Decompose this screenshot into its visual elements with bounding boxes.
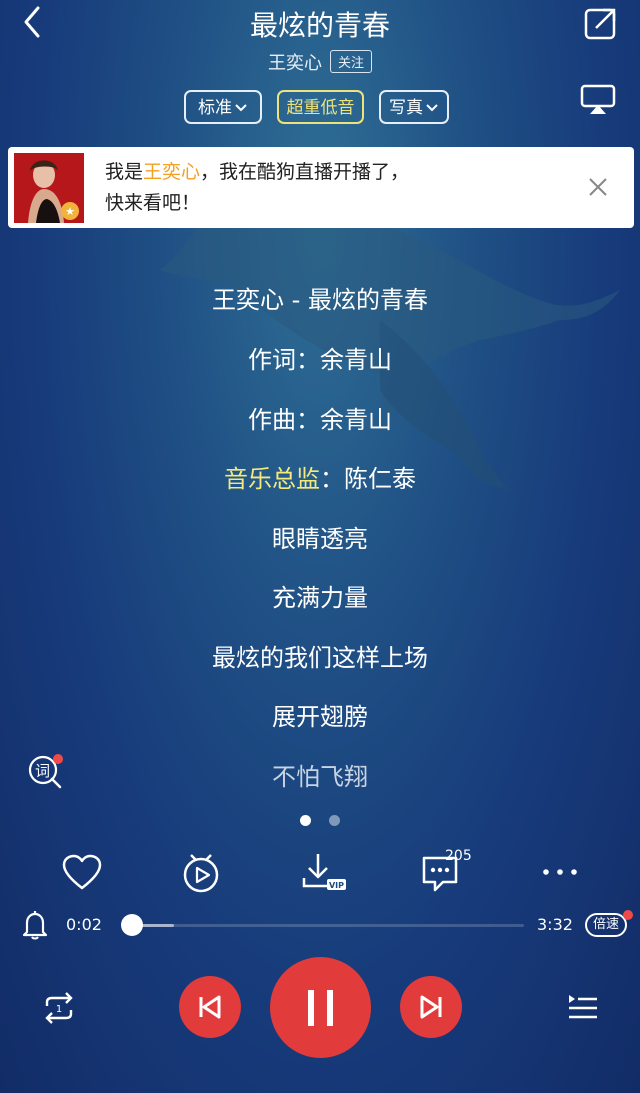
lyric-line: 作词：余青山 [248,346,392,374]
more-icon[interactable] [538,850,584,896]
progress-track[interactable] [124,924,524,927]
speed-button[interactable]: 倍速 [585,913,627,937]
total-duration: 3:32 [537,915,573,934]
previous-icon [199,995,221,1019]
lyric-line: 不怕飞翔 [272,763,368,791]
banner-message: 我是王奕心，我在酷狗直播开播了， 快来看吧！ [105,157,409,219]
page-dot-active[interactable] [300,815,311,826]
elapsed-time: 0:02 [66,915,102,934]
action-row: VIP [0,850,640,896]
pause-icon [308,990,333,1026]
avatar-image: ★ [14,153,84,223]
svg-text:★: ★ [65,205,75,218]
heart-icon[interactable] [59,850,105,896]
svg-text:1: 1 [56,1004,62,1015]
lyric-current-rest: ：陈仁泰 [320,465,416,493]
photo-pill[interactable]: 写真 [379,90,449,124]
share-icon[interactable] [584,6,618,40]
airplay-icon[interactable] [580,84,616,116]
chevron-down-icon [235,104,247,112]
lyric-line: 展开翅膀 [272,703,368,731]
close-icon[interactable] [586,175,610,199]
top-bar: 最炫的青春 王奕心 关注 标准 超重低音 写真 [0,0,640,140]
previous-button[interactable] [179,976,241,1038]
photo-label: 写真 [389,98,423,118]
banner-text-line2: 快来看吧！ [105,192,201,214]
repeat-one-icon[interactable]: 1 [41,992,77,1024]
comment-count: 205 [445,848,472,864]
page-dot[interactable] [329,815,340,826]
quality-standard-pill[interactable]: 标准 [184,90,262,124]
lyric-line: 王奕心 - 最炫的青春 [212,286,428,314]
bass-boost-label: 超重低音 [286,98,355,118]
banner-avatar: ★ [14,153,84,223]
video-play-icon[interactable] [178,850,224,896]
banner-text-prefix: 我是 [105,161,144,183]
lyric-current-highlight: 音乐总监 [224,465,320,493]
notification-dot [623,910,633,920]
lyrics-toggle-button[interactable]: 词 [27,754,63,790]
next-icon [420,995,442,1019]
artist-name[interactable]: 王奕心 [268,53,322,74]
live-promo-banner[interactable]: ★ 我是王奕心，我在酷狗直播开播了， 快来看吧！ [8,147,634,228]
lyric-line: 充满力量 [272,584,368,612]
progress-row: 0:02 3:32 倍速 [0,905,640,945]
playlist-icon[interactable] [567,993,599,1023]
vip-badge: VIP [329,881,344,890]
lyrics-toggle-label: 词 [35,762,51,780]
lyric-line-current: 音乐总监：陈仁泰 [0,459,640,494]
bell-icon[interactable] [22,910,48,940]
notification-dot [53,754,63,764]
next-button[interactable] [400,976,462,1038]
lyric-line: 作曲：余青山 [248,406,392,434]
banner-host-name: 王奕心 [143,161,201,183]
playback-controls: 1 [0,955,640,1065]
chevron-down-icon [426,104,438,112]
pause-button[interactable] [270,957,371,1058]
follow-button[interactable]: 关注 [329,50,372,73]
artist-row: 王奕心 关注 [0,49,640,75]
bass-boost-pill[interactable]: 超重低音 [277,90,364,124]
song-title: 最炫的青春 [249,9,390,42]
progress-thumb[interactable] [121,914,143,936]
quality-standard-label: 标准 [198,98,232,118]
download-icon[interactable]: VIP [300,850,348,896]
lyric-line: 眼睛透亮 [272,525,368,553]
page-indicator [0,811,640,830]
lyric-line: 最炫的我们这样上场 [212,644,428,672]
banner-text-suffix: ，我在酷狗直播开播了， [200,161,410,183]
